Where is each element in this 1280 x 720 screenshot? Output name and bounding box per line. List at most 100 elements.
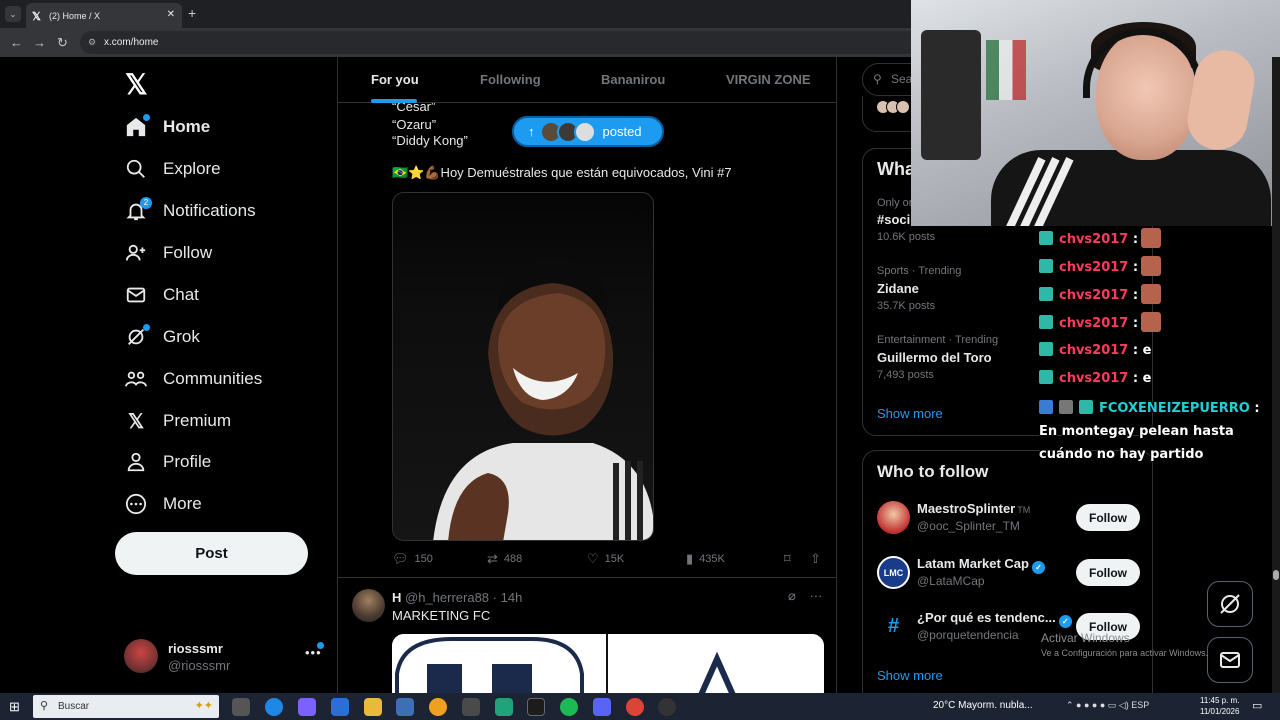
chrome-icon[interactable]	[626, 698, 644, 716]
trends-show-more[interactable]: Show more	[877, 406, 943, 421]
tweet-menu: ⌀ ···	[788, 588, 822, 604]
scrollbar-thumb[interactable]	[1273, 570, 1279, 580]
tab-following[interactable]: Following	[480, 72, 541, 87]
nav-communities[interactable]: Communities	[124, 361, 262, 397]
search-icon: ⚲	[873, 72, 882, 86]
system-tray[interactable]: ⌃ ● ● ● ● ▭ ◁) ESP	[1066, 700, 1149, 711]
search-icon	[124, 157, 148, 181]
bookmark-icon[interactable]: ⌑	[784, 551, 797, 567]
nav-follow[interactable]: Follow	[124, 235, 212, 271]
grok-icon[interactable]: ⌀	[788, 588, 796, 603]
discord-icon[interactable]	[593, 698, 611, 716]
follow-button[interactable]: Follow	[1076, 559, 1140, 586]
chat-message: chvs2017 :	[1039, 312, 1279, 334]
x-logo-icon[interactable]: 𝕏	[125, 68, 148, 101]
nav-explore[interactable]: Explore	[124, 151, 221, 187]
app-icon[interactable]	[495, 698, 513, 716]
suggestion-handle: @LataMCap	[917, 574, 985, 588]
tweet-image[interactable]	[392, 192, 654, 541]
who-to-follow-heading: Who to follow	[877, 462, 989, 481]
more-circle-icon	[124, 492, 148, 516]
tweet-author-handle[interactable]: @h_herrera88	[405, 590, 489, 605]
reload-icon[interactable]: ↻	[57, 35, 68, 51]
chat-message: FCOXENEIZEPUERRO : En montegay pelean ha…	[1039, 400, 1260, 462]
tweet-author-name[interactable]: H	[392, 590, 401, 605]
nav-profile[interactable]: Profile	[124, 444, 211, 480]
avatar: LMC	[877, 556, 910, 589]
account-dot	[317, 642, 324, 649]
heart-icon: ♡	[587, 551, 599, 566]
obs-icon[interactable]	[658, 698, 676, 716]
forward-icon[interactable]: →	[33, 35, 46, 50]
tweet-text: MARKETING FC	[392, 608, 491, 623]
avatar[interactable]	[352, 589, 385, 622]
explorer-icon[interactable]	[364, 698, 382, 716]
clock[interactable]: 11:45 p. m. 11/01/2026	[1200, 695, 1239, 717]
taskbar-search[interactable]: ⚲ Buscar ✦✦	[33, 695, 219, 718]
tweet-time: · 14h	[492, 590, 523, 605]
share-icon[interactable]: ⇧	[810, 551, 827, 567]
app-icon[interactable]	[429, 698, 447, 716]
activate-windows-subtitle: Ve a Configuración para activar Windows.	[1041, 648, 1209, 658]
nav-notifications[interactable]: 2 Notifications	[124, 193, 256, 229]
spotify-icon[interactable]	[560, 698, 578, 716]
weather-widget[interactable]: 20°C Mayorm. nubla...	[933, 700, 1033, 711]
tab-for-you[interactable]: For you	[371, 72, 419, 87]
badge-icon	[1079, 400, 1093, 414]
messages-fab[interactable]	[1207, 637, 1253, 683]
reply-button[interactable]: 💬︎ 150	[392, 551, 433, 567]
browser-tab[interactable]: 𝕏 (2) Home / X ✕	[26, 3, 182, 28]
clock-date: 11/01/2026	[1200, 707, 1240, 716]
tab-search-button[interactable]: ⌄	[5, 6, 21, 22]
store-icon[interactable]	[331, 698, 349, 716]
person-icon	[124, 450, 148, 474]
nav-label: Explore	[163, 159, 221, 178]
who-show-more[interactable]: Show more	[877, 668, 943, 683]
follow-button[interactable]: Follow	[1076, 504, 1140, 531]
follow-suggestion[interactable]: LMC Latam Market Cap ✓ @LataMCap Follow	[877, 556, 1147, 592]
nav-chat[interactable]: Chat	[124, 277, 199, 313]
repost-count: 488	[503, 553, 523, 565]
badge-icon	[1039, 400, 1053, 414]
grok-fab[interactable]	[1207, 581, 1253, 627]
app-icon[interactable]	[527, 698, 545, 716]
chat-message: chvs2017 :	[1039, 284, 1279, 306]
nav-more[interactable]: More	[124, 486, 202, 522]
more-options-icon[interactable]: ···	[809, 588, 822, 603]
app-icon[interactable]	[396, 698, 414, 716]
app-icon[interactable]	[462, 698, 480, 716]
like-button[interactable]: ♡ 15K	[587, 551, 624, 567]
nav-premium[interactable]: 𝕏 Premium	[124, 403, 231, 439]
back-icon[interactable]: ←	[10, 35, 23, 50]
tweet-header: H @h_herrera88 · 14h	[392, 590, 522, 605]
task-view-icon[interactable]	[232, 698, 250, 716]
edge-icon[interactable]	[265, 698, 283, 716]
page-scrollbar[interactable]	[1272, 57, 1280, 693]
tab-bananirou[interactable]: Bananirou	[601, 72, 665, 87]
follow-suggestion[interactable]: MaestroSplinter TM @ooc_Splinter_TM Follo…	[877, 501, 1147, 537]
nav-grok[interactable]: Grok	[124, 319, 200, 355]
grok-icon	[124, 324, 150, 349]
avatar	[124, 639, 158, 673]
repost-button[interactable]: ⇄ 488	[487, 551, 522, 567]
new-tab-button[interactable]: +	[188, 5, 196, 21]
badge-icon	[1039, 370, 1053, 384]
views-button[interactable]: ▮ 435K	[686, 551, 725, 567]
notification-center-icon[interactable]: ▭	[1252, 699, 1262, 712]
reply-count: 150	[414, 553, 433, 565]
trends-heading: Wha	[877, 159, 915, 179]
repost-icon: ⇄	[487, 551, 498, 566]
tweet-image[interactable]	[392, 634, 824, 693]
copilot-icon[interactable]	[298, 698, 316, 716]
new-posts-pill[interactable]: ↑ posted	[512, 116, 664, 147]
left-sidebar: 𝕏 Home Explore 2 Notifications Follow Ch…	[0, 57, 337, 693]
tab-virgin-zone[interactable]: VIRGIN ZONE	[726, 72, 811, 87]
account-switcher[interactable]: riosssmr @riosssmr •••	[124, 639, 324, 675]
close-tab-icon[interactable]: ✕	[167, 9, 175, 20]
nav-home[interactable]: Home	[124, 109, 210, 145]
site-info-icon[interactable]: ⚙	[88, 31, 96, 54]
webcam-overlay	[911, 0, 1280, 226]
post-button[interactable]: Post	[115, 532, 308, 575]
windows-start-icon[interactable]: ⊞	[9, 699, 20, 715]
poster-avatars	[539, 120, 596, 143]
